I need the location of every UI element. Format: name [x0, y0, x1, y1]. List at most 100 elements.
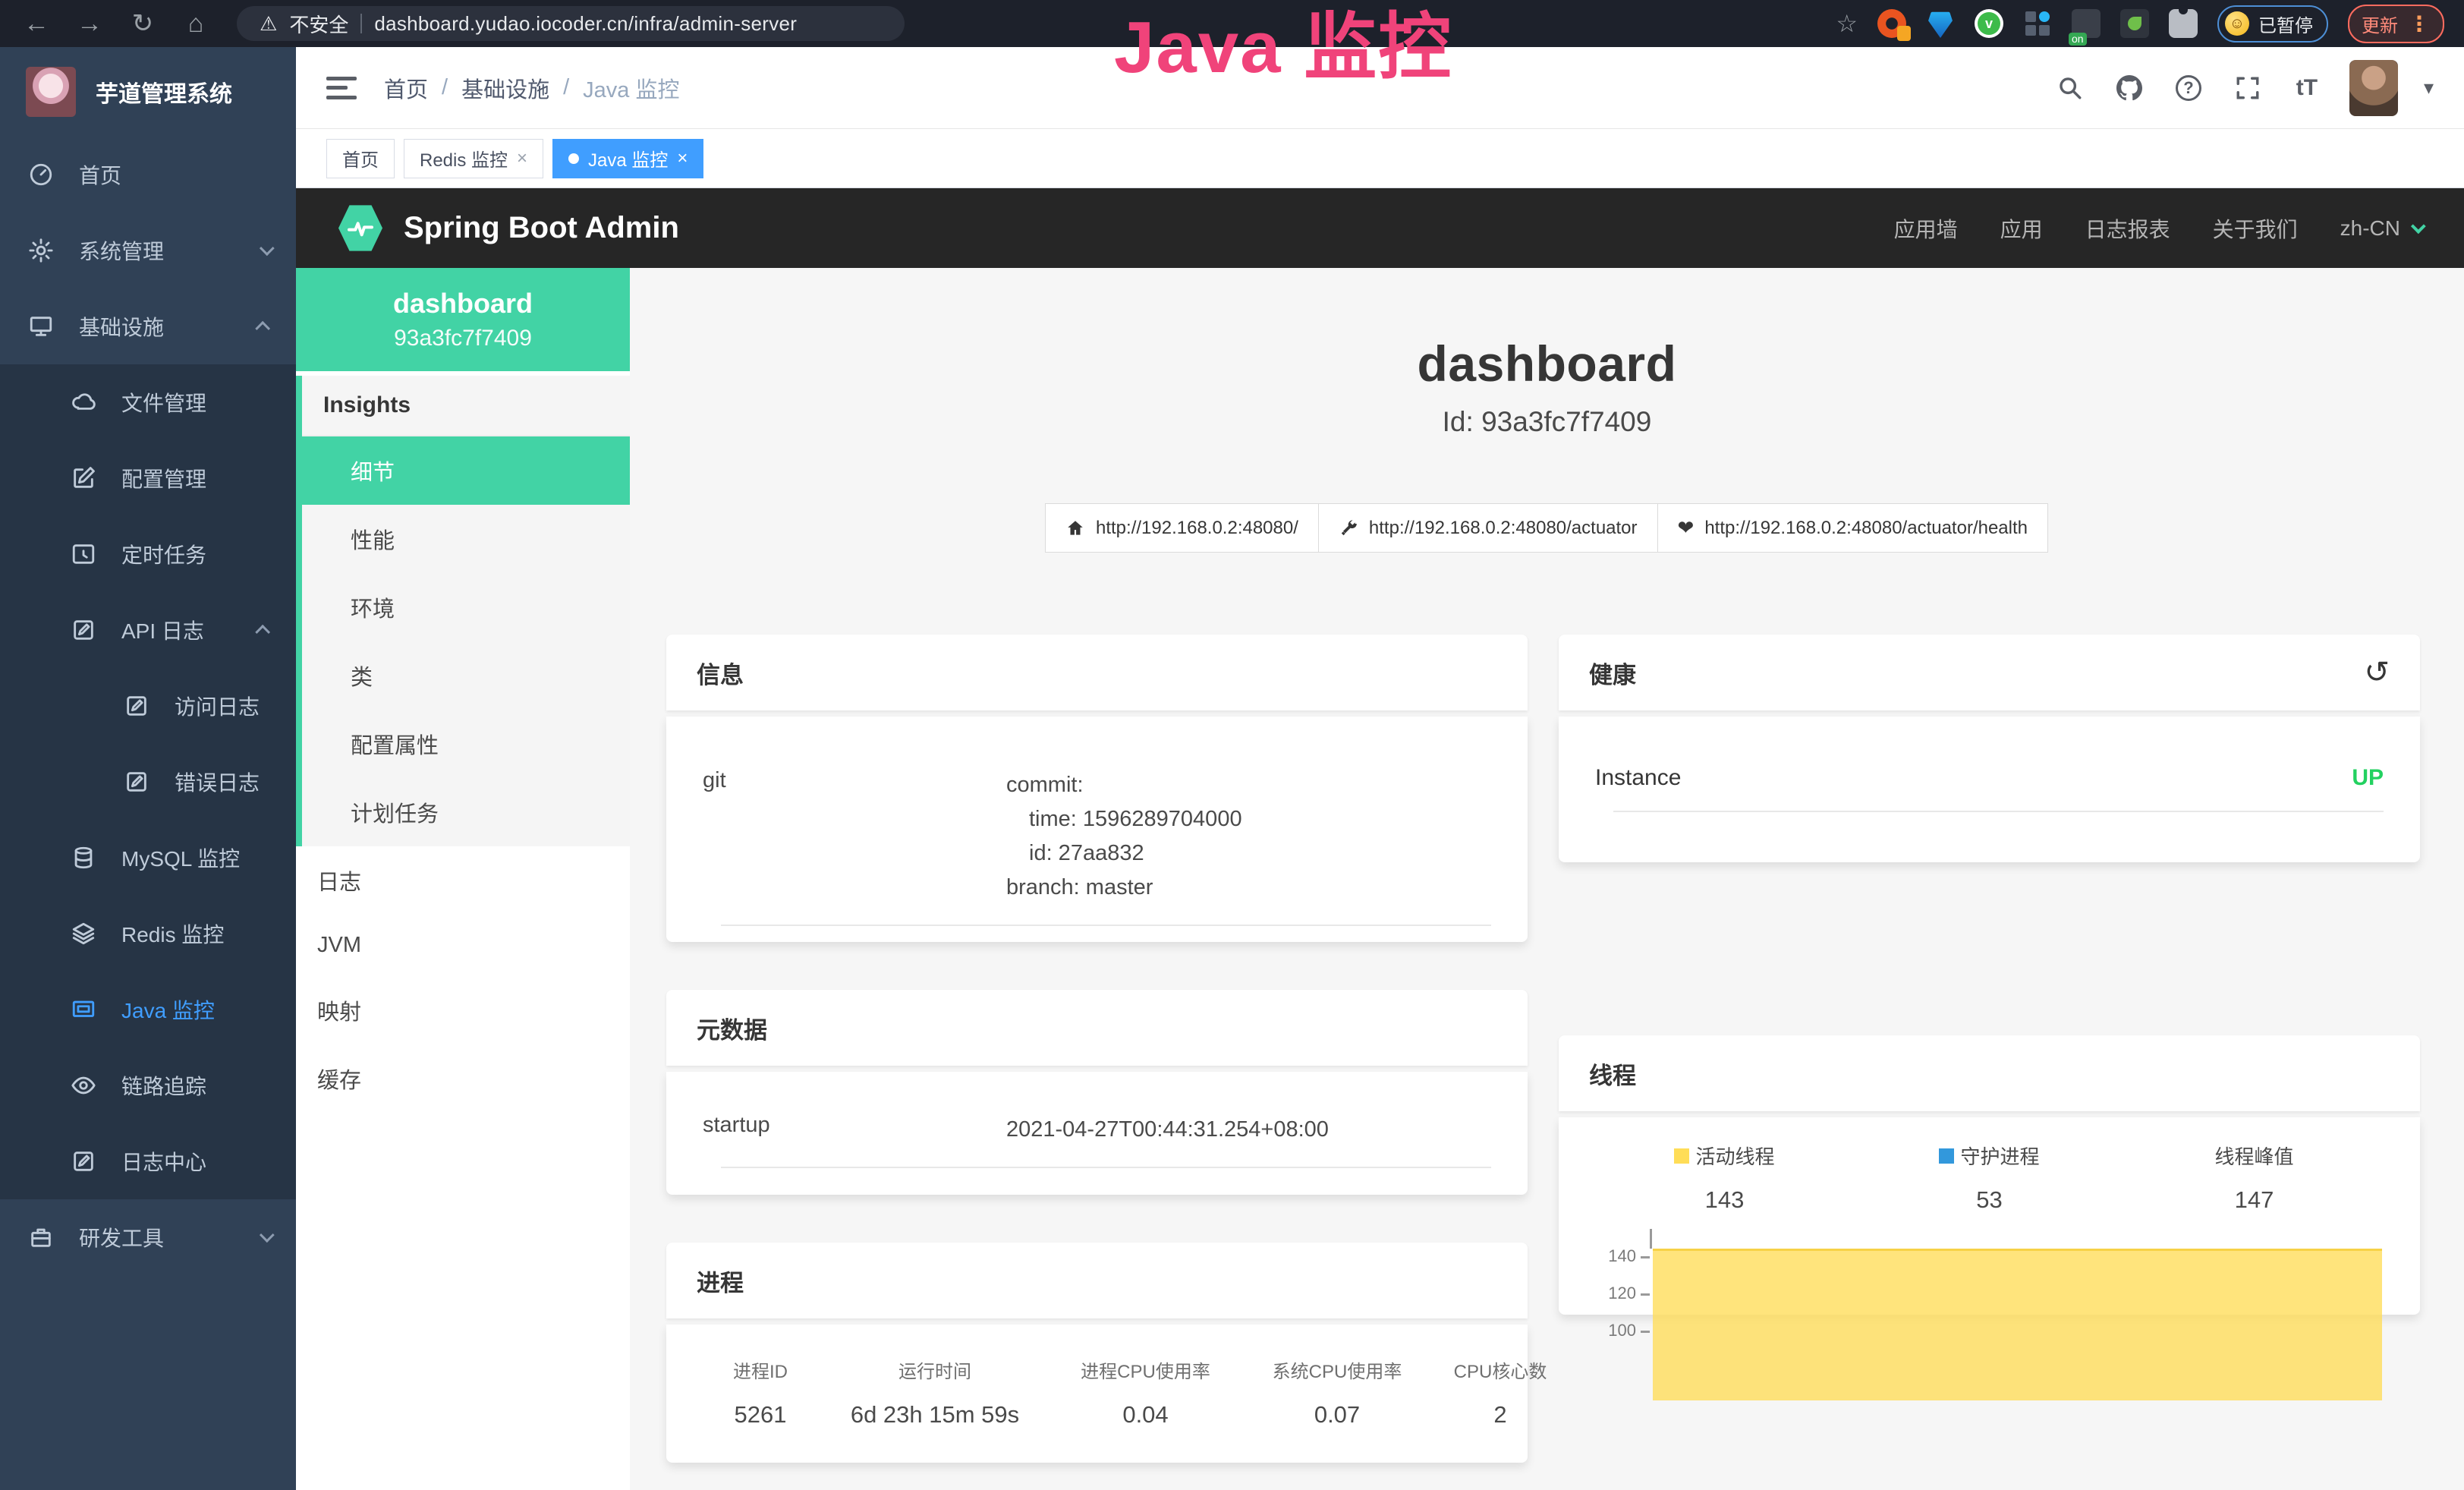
health-url-button[interactable]: ❤ http://192.168.0.2:48080/actuator/heal…	[1657, 503, 2048, 553]
sba-nav-about[interactable]: 关于我们	[2213, 213, 2298, 244]
y-axis-line	[1650, 1229, 1652, 1249]
font-size-icon[interactable]: tT	[2290, 71, 2324, 105]
browser-menu-icon[interactable]: ⋮	[2409, 11, 2431, 36]
extension-icon-orange[interactable]	[1877, 9, 1906, 38]
sba-item-classes[interactable]: 类	[302, 641, 630, 710]
annotation-text: Java 监控	[1114, 0, 1452, 93]
sba-item-scheduled-tasks[interactable]: 计划任务	[302, 778, 630, 846]
sba-item-config-props[interactable]: 配置属性	[302, 710, 630, 778]
locale-select[interactable]: zh-CN	[2340, 216, 2422, 241]
process-table: 进程ID 运行时间 进程CPU使用率 系统CPU使用率 CPU核心数 5261 …	[700, 1350, 1494, 1429]
y-axis-tick-mark	[1641, 1256, 1650, 1258]
page-title: dashboard	[666, 335, 2428, 392]
fullscreen-icon[interactable]	[2231, 71, 2264, 105]
process-value-uptime: 6d 23h 15m 59s	[821, 1389, 1049, 1429]
heart-icon: ❤	[1678, 516, 1695, 540]
close-icon[interactable]: ×	[517, 148, 527, 169]
sidebar-item-access-logs[interactable]: 访问日志	[0, 668, 296, 744]
sidebar-item-infra[interactable]: 基础设施	[0, 288, 296, 364]
help-icon[interactable]: ?	[2172, 71, 2205, 105]
sidebar-item-tracing[interactable]: 链路追踪	[0, 1047, 296, 1123]
close-icon[interactable]: ×	[677, 148, 688, 169]
github-icon[interactable]	[2113, 71, 2146, 105]
tab-label: 首页	[342, 145, 379, 172]
process-header-sys-cpu: 系统CPU使用率	[1242, 1350, 1432, 1389]
extension-icon-grid[interactable]	[2023, 9, 2052, 38]
y-axis-tick-mark	[1641, 1293, 1650, 1296]
dashboard-icon	[26, 159, 56, 190]
sidebar-item-dev-tools[interactable]: 研发工具	[0, 1199, 296, 1275]
actuator-url-button[interactable]: http://192.168.0.2:48080/actuator	[1318, 503, 1658, 553]
sidebar-item-api-logs[interactable]: API 日志	[0, 592, 296, 668]
metadata-key: startup	[703, 1113, 1006, 1147]
user-avatar[interactable]	[2349, 60, 2398, 116]
sba-item-jvm[interactable]: JVM	[296, 915, 630, 976]
extension-icon-puzzle[interactable]	[2169, 9, 2198, 38]
sidebar-item-redis-monitor[interactable]: Redis 监控	[0, 896, 296, 972]
sidebar-item-java-monitor[interactable]: Java 监控	[0, 972, 296, 1047]
sba-nav-wallboard[interactable]: 应用墙	[1894, 213, 1958, 244]
sidebar-item-file-manage[interactable]: 文件管理	[0, 364, 296, 440]
tags-view-bar: 首页 Redis 监控 × Java 监控 ×	[296, 129, 2464, 188]
tab-redis-monitor[interactable]: Redis 监控 ×	[404, 139, 543, 178]
breadcrumb-infra[interactable]: 基础设施	[461, 72, 549, 104]
breadcrumb-home[interactable]: 首页	[384, 72, 428, 104]
sidebar-item-config-manage[interactable]: 配置管理	[0, 440, 296, 516]
app-logo[interactable]: 芋道管理系统	[0, 47, 296, 137]
bookmark-star-icon[interactable]: ☆	[1836, 9, 1858, 38]
sidebar-item-system[interactable]: 系统管理	[0, 213, 296, 288]
hamburger-icon[interactable]	[326, 77, 357, 99]
sba-item-details[interactable]: 细节	[302, 436, 630, 505]
sba-item-mappings[interactable]: 映射	[296, 976, 630, 1044]
sba-item-caches[interactable]: 缓存	[296, 1044, 630, 1113]
info-value: commit: time: 1596289704000 id: 27aa832 …	[1006, 768, 1491, 905]
tab-java-monitor[interactable]: Java 监控 ×	[552, 139, 703, 178]
process-value-pid: 5261	[700, 1389, 821, 1429]
sba-item-metrics[interactable]: 性能	[302, 505, 630, 573]
caret-down-icon[interactable]: ▾	[2424, 76, 2434, 99]
sba-brand-title[interactable]: Spring Boot Admin	[404, 211, 679, 245]
sba-nav-applications[interactable]: 应用	[2000, 213, 2043, 244]
sidebar-item-log-center[interactable]: 日志中心	[0, 1123, 296, 1199]
log-edit-icon	[68, 615, 99, 645]
search-icon[interactable]	[2053, 71, 2087, 105]
insights-section-label: Insights	[302, 376, 630, 436]
history-icon[interactable]: ↺	[2364, 657, 2390, 688]
instance-header[interactable]: dashboard 93a3fc7f7409	[296, 268, 630, 371]
spring-boot-admin-logo-icon[interactable]	[338, 204, 382, 253]
cloud-icon	[68, 387, 99, 417]
service-url-button[interactable]: http://192.168.0.2:48080/	[1045, 503, 1319, 553]
back-icon[interactable]: ←	[20, 7, 53, 40]
reload-icon[interactable]: ↻	[126, 7, 159, 40]
sidebar-item-error-logs[interactable]: 错误日志	[0, 744, 296, 820]
sba-item-environment[interactable]: 环境	[302, 573, 630, 641]
health-instance-label[interactable]: Instance	[1595, 765, 1681, 791]
database-icon	[68, 843, 99, 873]
paused-label: 已暂停	[2258, 11, 2313, 37]
threads-card-title: 线程	[1589, 1057, 1636, 1091]
sidebar-item-mysql-monitor[interactable]: MySQL 监控	[0, 820, 296, 896]
sidebar-item-scheduled-jobs[interactable]: 定时任务	[0, 516, 296, 592]
sba-item-logs[interactable]: 日志	[296, 846, 630, 915]
home-icon[interactable]: ⌂	[179, 7, 212, 40]
process-card: 进程 进程ID 运行时间 进程CPU使用率 系统CPU使用率 CPU核心数 52…	[666, 1243, 1528, 1463]
profile-paused-chip[interactable]: ☺ 已暂停	[2217, 5, 2328, 43]
address-bar[interactable]: ⚠ 不安全 dashboard.yudao.iocoder.cn/infra/a…	[237, 6, 905, 41]
chrome-update-button[interactable]: 更新 ⋮	[2348, 5, 2444, 43]
extension-icon-green[interactable]: v	[1975, 9, 2003, 38]
forward-icon[interactable]: →	[73, 7, 106, 40]
locale-value: zh-CN	[2340, 216, 2400, 241]
layers-icon	[68, 918, 99, 949]
extension-icon-on-switch[interactable]: on	[2072, 9, 2101, 38]
row-divider	[1613, 811, 2384, 812]
chevron-down-icon	[260, 241, 275, 256]
wrench-icon	[1339, 518, 1358, 538]
extension-icon-pin[interactable]	[1926, 9, 1955, 38]
app-sidebar: 芋道管理系统 首页 系统管理 基础设施 文件管理	[0, 47, 296, 1490]
sidebar-item-home[interactable]: 首页	[0, 137, 296, 213]
y-axis-tick: 120	[1592, 1284, 1636, 1303]
screen-icon	[68, 994, 99, 1025]
extension-icon-leaf[interactable]	[2120, 9, 2149, 38]
tab-home[interactable]: 首页	[326, 139, 395, 178]
sba-nav-journal[interactable]: 日志报表	[2085, 213, 2170, 244]
